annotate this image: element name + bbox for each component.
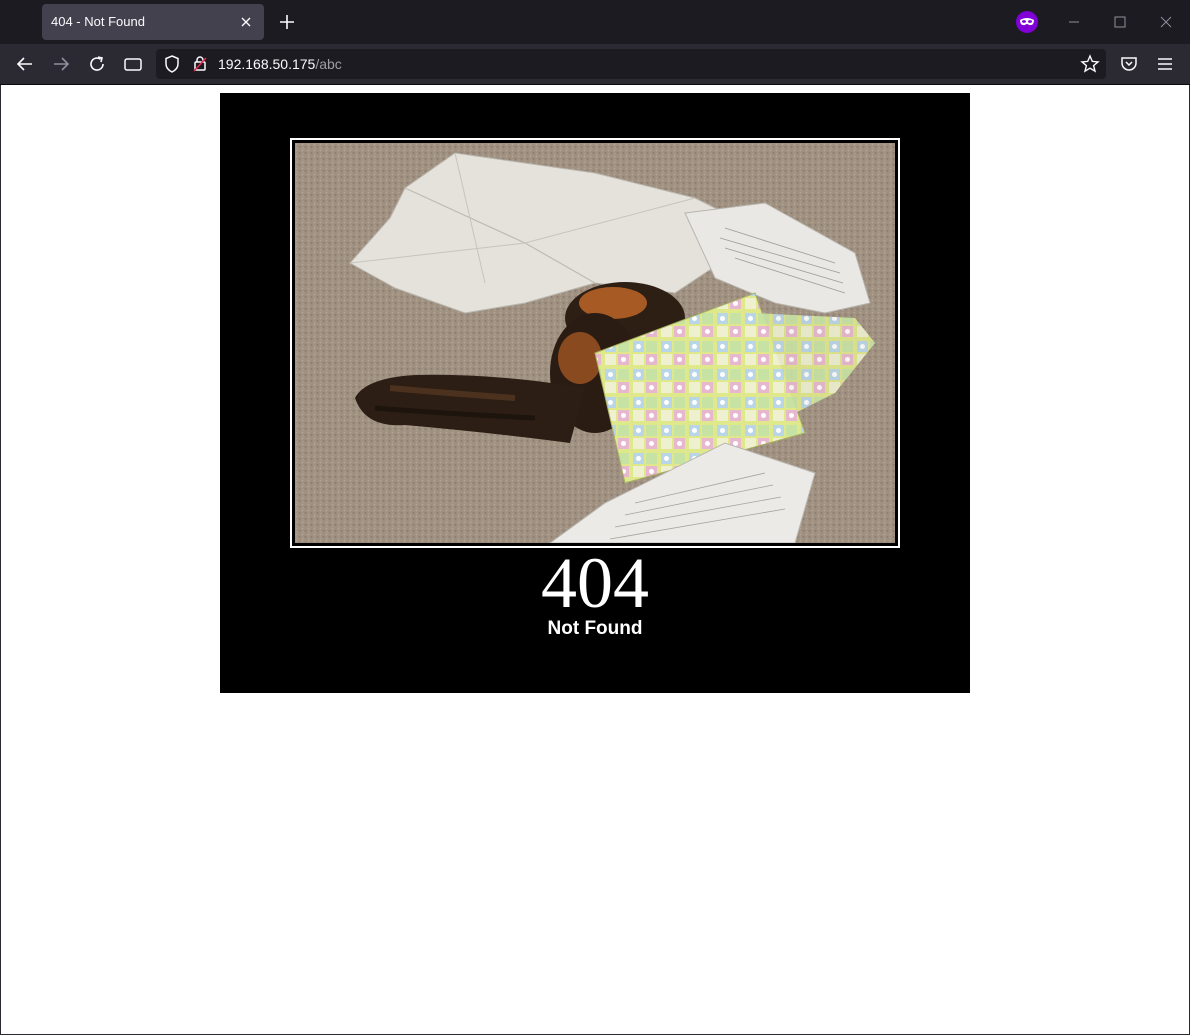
maximize-icon[interactable] bbox=[1110, 12, 1130, 32]
forward-arrow-icon[interactable] bbox=[49, 52, 73, 76]
insecure-lock-icon[interactable] bbox=[190, 53, 210, 80]
private-browsing-icon bbox=[1016, 11, 1038, 33]
address-bar[interactable]: 192.168.50.175/abc bbox=[156, 49, 1106, 79]
tab-strip: 404 - Not Found bbox=[0, 0, 1190, 44]
pocket-icon[interactable] bbox=[1117, 52, 1141, 76]
page-content: 404 Not Found bbox=[1, 85, 1189, 1034]
back-arrow-icon[interactable] bbox=[13, 52, 37, 76]
url-text[interactable]: 192.168.50.175/abc bbox=[218, 56, 342, 72]
photo-frame bbox=[290, 138, 900, 548]
minimize-icon[interactable] bbox=[1064, 12, 1084, 32]
url-host: 192.168.50.175 bbox=[218, 56, 316, 72]
new-tab-button[interactable] bbox=[276, 11, 298, 33]
navigation-toolbar: 192.168.50.175/abc bbox=[0, 44, 1190, 85]
tab-active[interactable]: 404 - Not Found bbox=[42, 4, 264, 40]
reader-view-icon[interactable] bbox=[121, 52, 145, 76]
reload-icon[interactable] bbox=[85, 52, 109, 76]
error-poster: 404 Not Found bbox=[220, 93, 970, 693]
close-window-icon[interactable] bbox=[1156, 12, 1176, 32]
error-code: 404 bbox=[541, 543, 649, 623]
error-message: Not Found bbox=[547, 618, 643, 639]
url-path: /abc bbox=[315, 56, 342, 72]
shield-icon[interactable] bbox=[162, 53, 182, 80]
tab-title: 404 - Not Found bbox=[51, 14, 145, 29]
tab-close-icon[interactable] bbox=[236, 12, 256, 32]
cat-under-paper-photo bbox=[295, 143, 895, 543]
bookmark-star-icon[interactable] bbox=[1080, 53, 1100, 80]
hamburger-menu-icon[interactable] bbox=[1153, 52, 1177, 76]
